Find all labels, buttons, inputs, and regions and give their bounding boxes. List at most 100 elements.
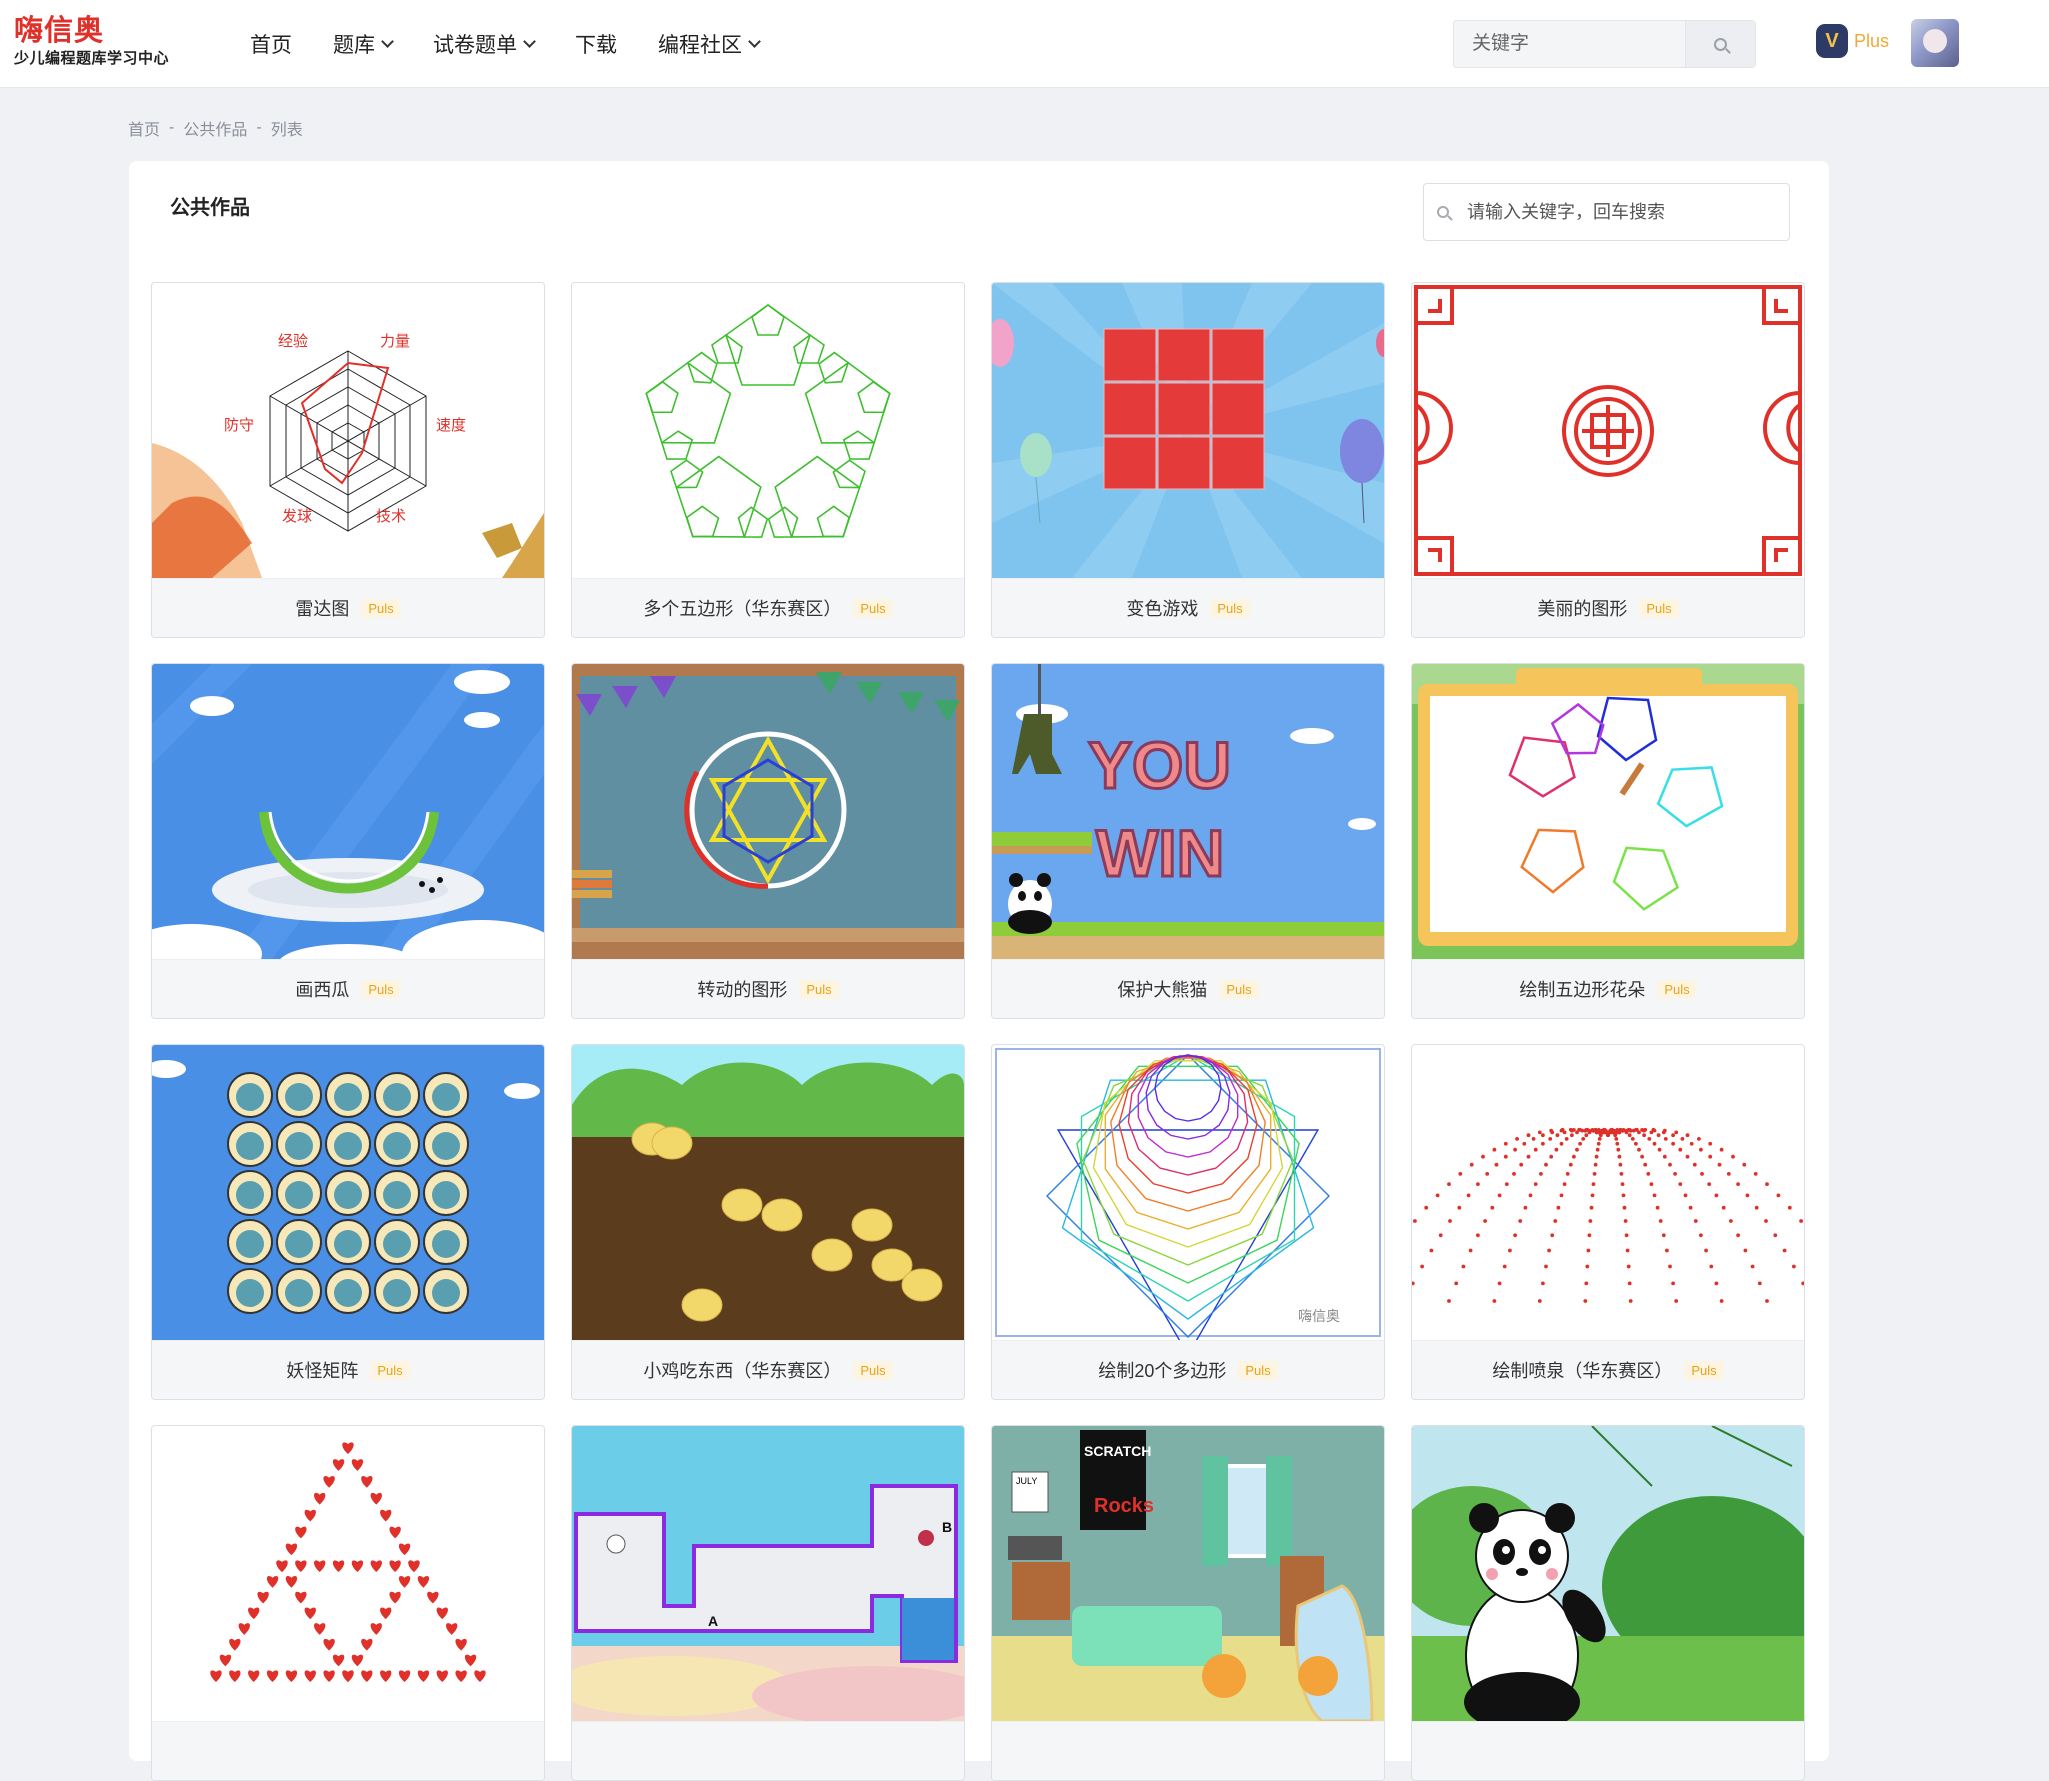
work-thumbnail (992, 283, 1384, 578)
works-search (1423, 183, 1790, 241)
work-card[interactable]: 绘制五边形花朵 Puls (1411, 663, 1805, 1019)
poster-text: Rocks (1094, 1495, 1154, 1517)
work-thumbnail (572, 664, 964, 959)
work-caption: 保护大熊猫 Puls (992, 959, 1384, 1018)
work-title: 画西瓜 (295, 980, 350, 1000)
work-thumbnail: YOU WIN (992, 664, 1384, 959)
work-card[interactable]: 转动的图形 Puls (571, 663, 965, 1019)
fountain-dots (1412, 1045, 1804, 1340)
nav-community[interactable]: 编程社区 (658, 29, 761, 59)
work-thumbnail (572, 1045, 964, 1340)
logo-tagline: 少儿编程题库学习中心 (14, 50, 170, 67)
plus-badge: Puls (1684, 1360, 1724, 1380)
works-panel: 公共作品 请输入关键字，回车搜索 经验 力量 速度 技术 发球 防守 雷达图 P… (129, 161, 1829, 1781)
works-search-input[interactable] (1467, 201, 1767, 223)
work-card[interactable]: SCRATCH Rocks JULY (991, 1425, 1385, 1781)
logo-name: 嗨信奥 (14, 14, 184, 48)
watermark-text: 嗨信奥 (1298, 1308, 1340, 1324)
nav-download-label: 下载 (575, 34, 617, 57)
works-grid: 经验 力量 速度 技术 发球 防守 雷达图 Puls 多个五边形（华东赛区） P… (151, 282, 1805, 1781)
breadcrumb-public-works[interactable]: 公共作品 (183, 116, 247, 140)
work-card[interactable]: 小鸡吃东西（华东赛区） Puls (571, 1044, 965, 1400)
plus-badge: Puls (1238, 1360, 1278, 1380)
work-title: 妖怪矩阵 (286, 1361, 359, 1381)
user-avatar[interactable] (1911, 19, 1959, 67)
nav-community-label: 编程社区 (658, 34, 742, 57)
plus-label: Plus (1854, 30, 1890, 51)
nav-home[interactable]: 首页 (250, 29, 292, 59)
work-card[interactable]: 画西瓜 Puls (151, 663, 545, 1019)
breadcrumb-list: 列表 (270, 122, 303, 139)
breadcrumb-separator: - (169, 119, 175, 136)
work-caption: 变色游戏 Puls (992, 578, 1384, 637)
work-title: 保护大熊猫 (1117, 980, 1208, 1000)
work-thumbnail: 嗨信奥 (992, 1045, 1384, 1340)
site-logo[interactable]: 嗨信奥 少儿编程题库学习中心 (14, 14, 184, 74)
work-title: 转动的图形 (697, 980, 788, 1000)
work-thumbnail (572, 283, 964, 578)
work-thumbnail (152, 1045, 544, 1340)
work-card[interactable]: 经验 力量 速度 技术 发球 防守 雷达图 Puls (151, 282, 545, 638)
work-thumbnail: A B (572, 1426, 964, 1721)
work-caption (1412, 1721, 1804, 1780)
header-search-button[interactable] (1685, 21, 1755, 67)
heart-triangles (152, 1426, 544, 1721)
work-caption (572, 1721, 964, 1780)
work-caption: 绘制20个多边形 Puls (992, 1340, 1384, 1399)
plus-badge: Puls (361, 598, 401, 618)
radar-label: 发球 (282, 508, 312, 525)
work-thumbnail (1412, 283, 1804, 578)
work-title: 多个五边形（华东赛区） (643, 599, 842, 619)
header-search-input[interactable] (1454, 33, 1694, 55)
work-card[interactable]: 妖怪矩阵 Puls (151, 1044, 545, 1400)
work-card[interactable]: 绘制喷泉（华东赛区） Puls (1411, 1044, 1805, 1400)
plus-badge: Puls (853, 1360, 893, 1380)
radar-label: 力量 (380, 333, 410, 350)
work-card[interactable]: 美丽的图形 Puls (1411, 282, 1805, 638)
work-thumbnail (152, 1426, 544, 1721)
work-card[interactable] (1411, 1425, 1805, 1781)
search-icon (1714, 37, 1727, 51)
work-card[interactable]: A B (571, 1425, 965, 1781)
nav-download[interactable]: 下载 (575, 29, 617, 59)
work-thumbnail: SCRATCH Rocks JULY (992, 1426, 1384, 1721)
chevron-down-icon (381, 35, 394, 48)
calendar-label: JULY (1016, 1476, 1037, 1486)
work-caption: 雷达图 Puls (152, 578, 544, 637)
logo-name-text: 嗨信奥 (14, 15, 105, 47)
polygon-rainbow: 嗨信奥 (992, 1045, 1384, 1340)
work-card[interactable] (151, 1425, 545, 1781)
work-card[interactable]: 嗨信奥 绘制20个多边形 Puls (991, 1044, 1385, 1400)
radar-label: 技术 (376, 508, 406, 525)
chevron-down-icon (523, 35, 536, 48)
work-title: 绘制20个多边形 (1098, 1361, 1227, 1381)
plus-badge: Puls (1219, 979, 1259, 999)
plus-badge: Puls (1639, 598, 1679, 618)
work-thumbnail (1412, 1045, 1804, 1340)
work-caption: 多个五边形（华东赛区） Puls (572, 578, 964, 637)
win-text: WIN (1096, 816, 1224, 890)
nav-papers[interactable]: 试卷题单 (433, 29, 536, 59)
maze-label: B (942, 1519, 952, 1535)
win-text: YOU (1088, 728, 1231, 802)
work-card[interactable]: 变色游戏 Puls (991, 282, 1385, 638)
nav-home-label: 首页 (250, 34, 292, 57)
nav-papers-label: 试卷题单 (433, 34, 517, 57)
work-caption: 小鸡吃东西（华东赛区） Puls (572, 1340, 964, 1399)
main-nav: 首页 题库 试卷题单 下载 编程社区 (250, 0, 800, 88)
header-search (1453, 20, 1756, 68)
work-thumbnail (1412, 664, 1804, 959)
nav-problem-bank[interactable]: 题库 (333, 29, 394, 59)
breadcrumb: 首页 - 公共作品 - 列表 (128, 116, 303, 140)
work-card[interactable]: 多个五边形（华东赛区） Puls (571, 282, 965, 638)
plus-badge: Puls (1657, 979, 1697, 999)
plus-badge: Puls (853, 598, 893, 618)
plus-badge: Puls (799, 979, 839, 999)
plus-membership[interactable]: V Plus (1816, 24, 1889, 58)
breadcrumb-home[interactable]: 首页 (128, 116, 160, 140)
work-thumbnail (152, 664, 544, 959)
work-title: 绘制喷泉（华东赛区） (1492, 1361, 1673, 1381)
work-caption: 美丽的图形 Puls (1412, 578, 1804, 637)
work-caption: 绘制五边形花朵 Puls (1412, 959, 1804, 1018)
work-card[interactable]: YOU WIN 保护大熊猫 Puls (991, 663, 1385, 1019)
